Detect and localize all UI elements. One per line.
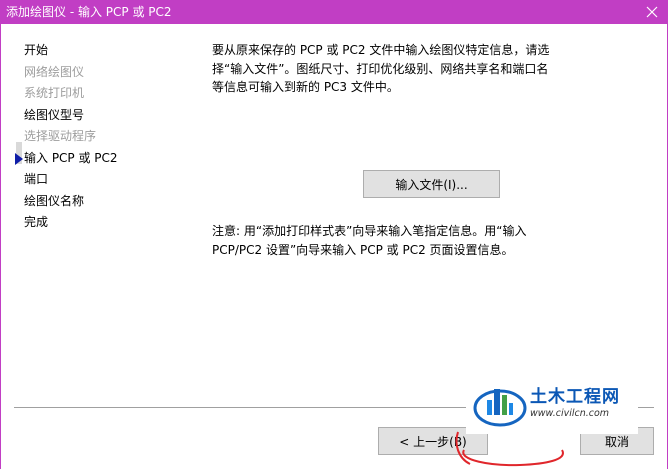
step-import-pcp-pc2: 输入 PCP 或 PC2 xyxy=(15,148,174,170)
window-border-left xyxy=(0,24,1,469)
step-description: 要从原来保存的 PCP 或 PC2 文件中输入绘图仪特定信息，请选 择“输入文件… xyxy=(212,43,550,94)
site-watermark: 土木工程网 www.civilcn.com xyxy=(466,372,638,434)
wizard-step-list: 开始 网络绘图仪 系统打印机 绘图仪型号 选择驱动程序 输入 PCP 或 PC2… xyxy=(15,40,174,234)
import-file-button[interactable]: 输入文件(I)... xyxy=(363,170,500,198)
window-title: 添加绘图仪 - 输入 PCP 或 PC2 xyxy=(6,5,172,19)
close-button[interactable] xyxy=(636,0,668,24)
close-icon xyxy=(646,6,658,18)
watermark-url: www.civilcn.com xyxy=(530,407,610,419)
step-plotter-name: 绘图仪名称 xyxy=(24,193,85,208)
step-import-pcp-pc2-label: 输入 PCP 或 PC2 xyxy=(24,150,118,165)
civilcn-logo-icon xyxy=(473,389,527,427)
step-finish: 完成 xyxy=(24,215,49,229)
step-network-plotter: 网络绘图仪 xyxy=(24,64,85,79)
step-select-driver: 选择驱动程序 xyxy=(24,129,97,143)
step-plotter-model: 绘图仪型号 xyxy=(24,107,85,122)
step-note: 注意: 用“添加打印样式表”向导来输入笔指定信息。用“输入 PCP/PC2 设置… xyxy=(212,224,527,257)
step-system-printer: 系统打印机 xyxy=(24,86,85,100)
step-port: 端口 xyxy=(24,172,49,186)
current-step-marker-icon xyxy=(15,152,23,165)
step-start: 开始 xyxy=(24,43,49,57)
step-content: 要从原来保存的 PCP 或 PC2 文件中输入绘图仪特定信息，请选 择“输入文件… xyxy=(212,41,582,97)
title-bar: 添加绘图仪 - 输入 PCP 或 PC2 xyxy=(0,0,668,24)
watermark-name: 土木工程网 xyxy=(530,386,620,407)
